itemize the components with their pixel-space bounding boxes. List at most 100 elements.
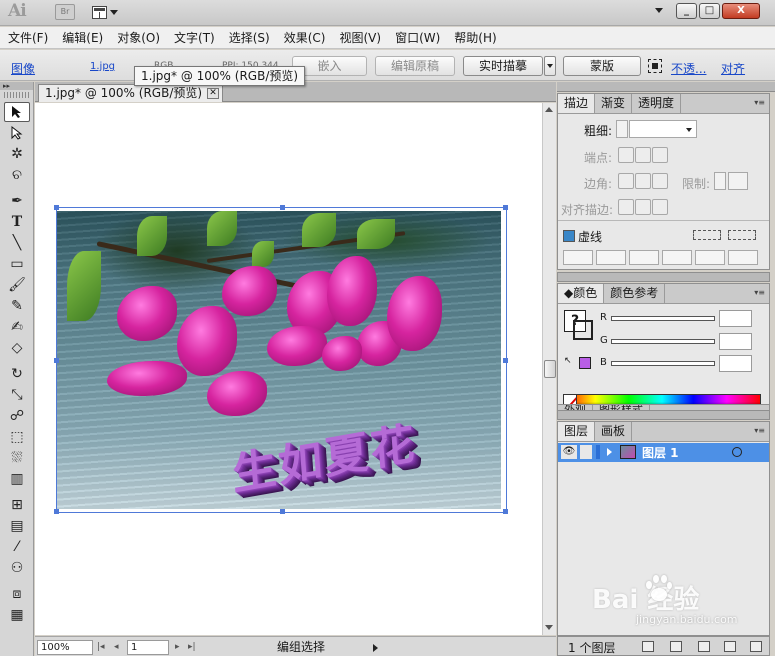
- round-cap-button[interactable]: [635, 147, 651, 163]
- miter-join-button[interactable]: [618, 173, 634, 189]
- menu-type[interactable]: 文字(T): [171, 29, 218, 46]
- menu-file[interactable]: 文件(F): [5, 29, 51, 46]
- maximize-button[interactable]: □: [699, 3, 720, 19]
- status-mode[interactable]: 编组选择: [220, 640, 382, 655]
- locate-object-icon[interactable]: [642, 641, 654, 652]
- visibility-eye-icon[interactable]: 👁: [561, 445, 577, 459]
- mesh-tool[interactable]: ⊞: [4, 495, 30, 515]
- toolbox-grip[interactable]: [4, 92, 29, 98]
- dash-align-corners-icon[interactable]: [693, 230, 721, 240]
- new-layer-icon[interactable]: [724, 641, 736, 652]
- paintbrush-tool[interactable]: 🖌: [4, 275, 30, 295]
- last-artboard-icon[interactable]: ▸|: [188, 642, 196, 652]
- linked-file-link[interactable]: 1.jpg: [90, 61, 115, 72]
- layer-row[interactable]: 👁 图层 1: [558, 443, 769, 462]
- stroke-swatch[interactable]: [573, 320, 593, 340]
- align-stroke-center-button[interactable]: [618, 199, 634, 215]
- scrollbar-thumb[interactable]: [544, 360, 556, 378]
- scroll-down-icon[interactable]: [545, 625, 553, 630]
- arrange-documents-button[interactable]: [92, 4, 124, 21]
- blob-brush-tool[interactable]: ✍: [4, 317, 30, 337]
- blue-value-input[interactable]: [719, 355, 752, 372]
- free-transform-tool[interactable]: ⬚: [4, 427, 30, 447]
- resize-handle-ne[interactable]: [503, 205, 508, 210]
- rectangle-tool[interactable]: ▭: [4, 254, 30, 274]
- scroll-up-icon[interactable]: [545, 107, 553, 112]
- live-paint-tool[interactable]: ⧈: [4, 584, 30, 604]
- tab-color-guide[interactable]: 颜色参考: [604, 284, 666, 303]
- tab-color[interactable]: ◆颜色: [558, 284, 605, 303]
- expand-layer-icon[interactable]: [607, 448, 612, 456]
- resize-handle-s[interactable]: [280, 509, 285, 514]
- gradient-tool[interactable]: ▤: [4, 516, 30, 536]
- lock-toggle[interactable]: [580, 445, 592, 459]
- red-slider[interactable]: [611, 316, 715, 321]
- dash-field-3[interactable]: [695, 250, 725, 265]
- green-slider[interactable]: [611, 339, 715, 344]
- gap-field-2[interactable]: [662, 250, 692, 265]
- panel-dock-header[interactable]: [557, 82, 775, 92]
- gap-field-3[interactable]: [728, 250, 758, 265]
- edit-original-button[interactable]: 编辑原稿: [375, 56, 455, 76]
- eyedropper-tool[interactable]: ⁄: [4, 537, 30, 557]
- status-menu-icon[interactable]: [373, 644, 378, 652]
- placed-image[interactable]: 生如夏花: [57, 211, 501, 509]
- tracing-options-icon[interactable]: [648, 59, 662, 73]
- warp-tool[interactable]: ☍: [4, 406, 30, 426]
- toolbox-collapse-button[interactable]: ▸▸: [0, 82, 33, 90]
- zoom-level-field[interactable]: 100%: [37, 640, 93, 655]
- tab-transparency[interactable]: 透明度: [632, 94, 682, 113]
- artboard-tool[interactable]: ▦: [4, 605, 30, 625]
- resize-handle-n[interactable]: [280, 205, 285, 210]
- stroke-weight-select[interactable]: [629, 120, 697, 138]
- bridge-button[interactable]: Br: [55, 4, 75, 20]
- canvas[interactable]: 生如夏花: [35, 103, 542, 635]
- selection-tool[interactable]: [4, 102, 30, 122]
- menu-edit[interactable]: 编辑(E): [59, 29, 106, 46]
- dashed-line-checkbox[interactable]: [563, 230, 575, 242]
- dash-field-2[interactable]: [629, 250, 659, 265]
- tab-gradient[interactable]: 渐变: [595, 94, 633, 113]
- line-tool[interactable]: ╲: [4, 233, 30, 253]
- workspace-switcher-button[interactable]: [655, 8, 663, 13]
- panel-menu-icon[interactable]: ▾≡: [754, 426, 765, 435]
- previous-artboard-icon[interactable]: ◂: [114, 642, 119, 652]
- close-document-icon[interactable]: ✕: [207, 88, 219, 99]
- blend-tool[interactable]: ⚇: [4, 558, 30, 578]
- direct-selection-tool[interactable]: [4, 123, 30, 143]
- new-sublayer-icon[interactable]: [698, 641, 710, 652]
- blue-slider[interactable]: [611, 361, 715, 366]
- delete-layer-icon[interactable]: [750, 641, 762, 652]
- type-tool[interactable]: T: [4, 212, 30, 232]
- resize-handle-sw[interactable]: [54, 509, 59, 514]
- miter-limit-input[interactable]: [728, 172, 748, 190]
- align-stroke-inside-button[interactable]: [635, 199, 651, 215]
- color-panel-header[interactable]: [557, 272, 770, 282]
- close-button[interactable]: X: [722, 3, 760, 19]
- gap-field-1[interactable]: [596, 250, 626, 265]
- tab-layers[interactable]: 图层: [558, 422, 596, 441]
- butt-cap-button[interactable]: [618, 147, 634, 163]
- opacity-link[interactable]: 不透...: [671, 60, 706, 77]
- tab-artboards[interactable]: 画板: [595, 422, 633, 441]
- swap-arrow-icon[interactable]: ↖: [564, 356, 572, 366]
- mask-button[interactable]: 蒙版: [563, 56, 641, 76]
- projecting-cap-button[interactable]: [652, 147, 668, 163]
- pen-tool[interactable]: ✒: [4, 191, 30, 211]
- stroke-weight-stepper[interactable]: [616, 120, 628, 138]
- eraser-tool[interactable]: ◇: [4, 338, 30, 358]
- menu-object[interactable]: 对象(O): [114, 29, 163, 46]
- layers-panel-header[interactable]: [557, 410, 770, 420]
- clipping-mask-icon[interactable]: [670, 641, 682, 652]
- bevel-join-button[interactable]: [652, 173, 668, 189]
- resize-handle-nw[interactable]: [54, 205, 59, 210]
- vertical-scrollbar[interactable]: [542, 103, 556, 635]
- dash-field-1[interactable]: [563, 250, 593, 265]
- document-tab[interactable]: 1.jpg* @ 100% (RGB/预览) ✕: [38, 84, 223, 102]
- live-trace-button[interactable]: 实时描摹: [463, 56, 543, 76]
- resize-handle-e[interactable]: [503, 358, 508, 363]
- panel-menu-icon[interactable]: ▾≡: [754, 288, 765, 297]
- menu-window[interactable]: 窗口(W): [392, 29, 443, 46]
- next-artboard-icon[interactable]: ▸: [175, 642, 180, 652]
- layer-name[interactable]: 图层 1: [642, 444, 679, 461]
